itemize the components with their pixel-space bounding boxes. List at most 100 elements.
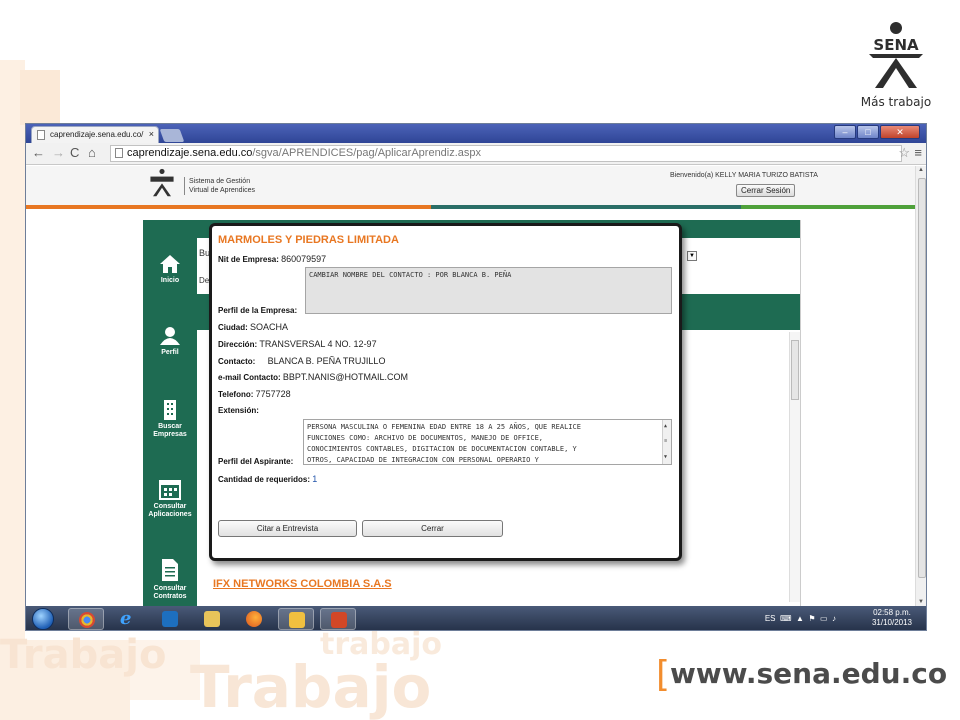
page-viewport: Sistema de Gestión Virtual de Aprendices… — [26, 166, 915, 606]
interview-button[interactable]: Citar a Entrevista — [218, 520, 357, 537]
company-detail-modal: MARMOLES Y PIEDRAS LIMITADA Nit de Empre… — [209, 223, 682, 561]
applicant-text-line: FUNCIONES COMO: ARCHIVO DE DOCUMENTOS, M… — [307, 434, 544, 442]
forward-icon[interactable]: → — [52, 146, 65, 160]
network-icon[interactable]: ▭ — [820, 614, 828, 623]
volume-icon[interactable]: ♪ — [830, 614, 836, 623]
clock[interactable]: 02:58 p.m. 31/10/2013 — [872, 608, 912, 628]
url-path: /sgva/APRENDICES/pag/AplicarAprendiz.asp… — [252, 147, 482, 159]
company-name: MARMOLES Y PIEDRAS LIMITADA — [218, 234, 399, 246]
sidebar-item-perfil[interactable]: Perfil — [143, 326, 197, 357]
sena-emblem-icon: SENA — [869, 22, 923, 88]
sidebar-item-label: Consultar Aplicaciones — [148, 503, 192, 518]
calendar-icon — [159, 480, 181, 500]
system-name: Sistema de Gestión Virtual de Aprendices — [184, 177, 255, 195]
taskbar-explorer[interactable] — [194, 608, 230, 630]
url-input[interactable]: caprendizaje.sena.edu.co/sgva/APRENDICES… — [110, 145, 902, 162]
profile-label: Perfil de la Empresa: — [218, 306, 298, 315]
sidebar-item-inicio[interactable]: Inicio — [143, 254, 197, 285]
taskbar-powerpoint[interactable] — [320, 608, 356, 630]
chrome-icon — [79, 612, 95, 628]
back-icon[interactable]: ← — [32, 146, 45, 160]
logo-tagline: Más trabajo — [860, 95, 932, 109]
browser-window: caprendizaje.sena.edu.co/ × – □ ✕ ← → C … — [25, 123, 927, 631]
document-icon — [162, 559, 178, 581]
taskbar-outlook[interactable] — [278, 608, 314, 630]
flag-icon[interactable]: ⚑ — [806, 614, 818, 623]
logo-name-text: SENA — [873, 36, 919, 54]
taskbar-chrome[interactable] — [68, 608, 104, 630]
sidebar-item-label: Inicio — [160, 277, 180, 284]
dropdown-arrow-icon[interactable]: ▼ — [687, 251, 697, 261]
city-label: Ciudad: — [218, 323, 248, 332]
sidebar-item-consultar-contratos[interactable]: Consultar Contratos — [143, 558, 197, 601]
browser-tab[interactable]: caprendizaje.sena.edu.co/ × — [31, 126, 159, 143]
required-value: 1 — [312, 474, 318, 484]
website-url-text: www.sena.edu.co — [670, 657, 948, 690]
internet-explorer-icon: e — [120, 608, 132, 629]
address-row: Dirección: TRANSVERSAL 4 NO. 12-97 — [218, 339, 377, 349]
site-header: Sistema de Gestión Virtual de Aprendices… — [26, 166, 915, 206]
partial-text: De — [199, 276, 210, 285]
sidebar-item-buscar-empresas[interactable]: Buscar Empresas — [143, 398, 197, 439]
maximize-icon[interactable]: □ — [857, 125, 879, 139]
home-button-icon[interactable]: ⌂ — [88, 146, 96, 160]
applicant-text-line: OTROS, CAPACIDAD DE INTEGRACION CON PERS… — [307, 456, 539, 464]
language-indicator[interactable]: ES — [765, 614, 776, 623]
header-stripe-green — [741, 205, 915, 209]
building-icon — [164, 400, 176, 420]
start-button-icon[interactable] — [32, 608, 54, 630]
page-scrollbar[interactable]: ▲ ▼ — [915, 166, 926, 606]
sidebar: Inicio Perfil Buscar Empresas Consultar … — [143, 220, 197, 606]
new-tab-button[interactable] — [159, 129, 185, 142]
url-host: caprendizaje.sena.edu.co — [127, 147, 253, 159]
powerpoint-icon — [331, 612, 347, 628]
taskbar-ie[interactable]: e — [110, 608, 146, 630]
taskbar-firefox[interactable] — [236, 608, 272, 630]
contact-row: Contacto: BLANCA B. PEÑA TRUJILLO — [218, 356, 385, 366]
minimize-icon[interactable]: – — [834, 125, 856, 139]
background-watermark-word: trabajo — [320, 627, 442, 662]
sidebar-item-label: Buscar Empresas — [153, 423, 187, 438]
window-controls: – □ ✕ — [834, 125, 920, 139]
header-stripe-teal — [431, 205, 741, 209]
firefox-icon — [246, 611, 262, 627]
results-scrollbar[interactable] — [789, 332, 800, 602]
keyboard-icon[interactable]: ⌨ — [778, 614, 794, 623]
phone-label: Telefono: — [218, 390, 254, 399]
header-stripe-orange — [26, 205, 431, 209]
bookmark-star-icon[interactable]: ☆ — [898, 146, 910, 160]
background-block — [0, 60, 25, 640]
close-window-icon[interactable]: ✕ — [880, 125, 920, 139]
user-icon — [160, 327, 180, 345]
contact-label: Contacto: — [218, 357, 256, 366]
city-value: SOACHA — [250, 322, 289, 332]
sidebar-item-label: Perfil — [161, 349, 179, 356]
page-icon — [115, 148, 123, 158]
address-value: TRANSVERSAL 4 NO. 12-97 — [259, 339, 377, 349]
address-label: Dirección: — [218, 340, 258, 349]
taskbar-media[interactable] — [152, 608, 188, 630]
menu-icon[interactable]: ≡ — [914, 146, 922, 160]
phone-value: 7757728 — [255, 389, 291, 399]
reload-icon[interactable]: C — [70, 146, 79, 160]
system-tray: ES ⌨ ▲ ⚑ ▭ ♪ — [765, 614, 836, 623]
textarea-scrollbar[interactable]: ▲ ≡ ▼ — [662, 420, 671, 464]
close-tab-icon[interactable]: × — [149, 129, 154, 139]
nit-row: Nit de Empresa: 860079597 — [218, 254, 326, 264]
close-button[interactable]: Cerrar — [362, 520, 503, 537]
applicant-text-line: PERSONA MASCULINA O FEMENINA EDAD ENTRE … — [307, 423, 581, 431]
sidebar-item-label: Consultar Contratos — [153, 585, 187, 600]
applicant-profile-textarea[interactable]: PERSONA MASCULINA O FEMENINA EDAD ENTRE … — [303, 419, 672, 465]
sidebar-item-consultar-aplicaciones[interactable]: Consultar Aplicaciones — [143, 478, 197, 519]
scrollbar-thumb[interactable] — [918, 178, 926, 578]
tray-expand-icon[interactable]: ▲ — [796, 614, 804, 623]
system-name-line: Sistema de Gestión — [189, 178, 251, 185]
website-url: [www.sena.edu.co ] — [656, 654, 960, 695]
company-link[interactable]: IFX NETWORKS COLOMBIA S.A.S — [213, 578, 392, 590]
phone-row: Telefono: 7757728 — [218, 389, 291, 399]
city-row: Ciudad: SOACHA — [218, 322, 288, 332]
background-watermark-word: Trabajo — [0, 632, 167, 678]
company-profile-textarea[interactable]: CAMBIAR NOMBRE DEL CONTACTO : POR BLANCA… — [305, 267, 672, 314]
logout-button[interactable]: Cerrar Sesión — [736, 184, 796, 197]
address-bar: ← → C ⌂ caprendizaje.sena.edu.co/sgva/AP… — [26, 143, 926, 165]
